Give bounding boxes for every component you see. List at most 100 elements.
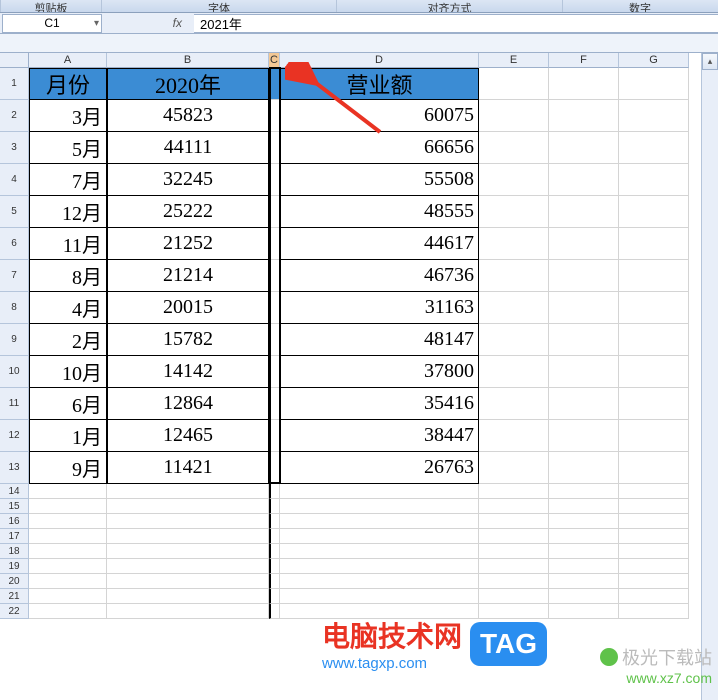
col-header-E[interactable]: E xyxy=(479,53,549,68)
cell[interactable]: 20015 xyxy=(107,292,269,324)
row-header[interactable]: 22 xyxy=(0,604,29,619)
cell[interactable] xyxy=(107,544,269,559)
cell[interactable] xyxy=(619,388,689,420)
name-box[interactable]: C1 ▾ xyxy=(2,14,102,33)
cell[interactable] xyxy=(479,589,549,604)
cell[interactable] xyxy=(619,604,689,619)
cell[interactable] xyxy=(280,589,479,604)
cell[interactable] xyxy=(29,499,107,514)
cell[interactable] xyxy=(549,559,619,574)
cell[interactable]: 15782 xyxy=(107,324,269,356)
row-header[interactable]: 1 xyxy=(0,68,29,100)
cell[interactable] xyxy=(269,574,280,589)
cell[interactable]: 7月 xyxy=(29,164,107,196)
cell[interactable]: 5月 xyxy=(29,132,107,164)
cell[interactable]: 14142 xyxy=(107,356,269,388)
cell[interactable]: 55508 xyxy=(280,164,479,196)
cell[interactable] xyxy=(269,420,280,452)
ribbon-group-align[interactable]: 对齐方式 xyxy=(336,0,562,12)
cell[interactable] xyxy=(479,499,549,514)
cell[interactable]: 12864 xyxy=(107,388,269,420)
cell[interactable]: 44617 xyxy=(280,228,479,260)
cell[interactable]: 46736 xyxy=(280,260,479,292)
cell[interactable] xyxy=(479,132,549,164)
cell[interactable]: 26763 xyxy=(280,452,479,484)
cell[interactable]: 45823 xyxy=(107,100,269,132)
row-header[interactable]: 18 xyxy=(0,544,29,559)
cell[interactable] xyxy=(549,574,619,589)
cell[interactable] xyxy=(280,529,479,544)
col-header-B[interactable]: B xyxy=(107,53,269,68)
cell[interactable]: 1月 xyxy=(29,420,107,452)
cell[interactable] xyxy=(619,228,689,260)
cell[interactable] xyxy=(269,68,280,100)
cell[interactable] xyxy=(619,484,689,499)
cell[interactable]: 25222 xyxy=(107,196,269,228)
cell[interactable] xyxy=(549,388,619,420)
cell[interactable]: 11月 xyxy=(29,228,107,260)
row-header[interactable]: 6 xyxy=(0,228,29,260)
cell[interactable] xyxy=(269,589,280,604)
row-header[interactable]: 4 xyxy=(0,164,29,196)
cell[interactable] xyxy=(269,499,280,514)
cell[interactable]: 31163 xyxy=(280,292,479,324)
cell[interactable] xyxy=(269,529,280,544)
dropdown-icon[interactable]: ▾ xyxy=(94,18,99,29)
cell[interactable] xyxy=(479,196,549,228)
cell[interactable] xyxy=(280,484,479,499)
cell[interactable] xyxy=(549,260,619,292)
cell[interactable] xyxy=(479,559,549,574)
cell[interactable] xyxy=(549,604,619,619)
cell[interactable] xyxy=(269,196,280,228)
cell[interactable] xyxy=(107,514,269,529)
cell[interactable]: 21214 xyxy=(107,260,269,292)
cell[interactable] xyxy=(269,356,280,388)
cell[interactable]: 12465 xyxy=(107,420,269,452)
cell[interactable] xyxy=(479,514,549,529)
cell[interactable] xyxy=(29,484,107,499)
cell[interactable] xyxy=(479,484,549,499)
row-header[interactable]: 5 xyxy=(0,196,29,228)
row-header[interactable]: 14 xyxy=(0,484,29,499)
cell[interactable] xyxy=(269,260,280,292)
cell[interactable] xyxy=(479,100,549,132)
cell[interactable]: 38447 xyxy=(280,420,479,452)
cell[interactable] xyxy=(479,452,549,484)
cell[interactable] xyxy=(479,544,549,559)
cell[interactable]: 6月 xyxy=(29,388,107,420)
cell[interactable] xyxy=(280,544,479,559)
cell[interactable] xyxy=(107,484,269,499)
cell[interactable]: 10月 xyxy=(29,356,107,388)
cell[interactable] xyxy=(549,589,619,604)
cell[interactable] xyxy=(280,499,479,514)
cell[interactable] xyxy=(619,529,689,544)
cell[interactable] xyxy=(549,100,619,132)
cell[interactable] xyxy=(479,324,549,356)
fx-icon[interactable]: fx xyxy=(173,16,182,30)
cell[interactable] xyxy=(269,484,280,499)
cell[interactable] xyxy=(619,292,689,324)
cell[interactable]: 2月 xyxy=(29,324,107,356)
row-header[interactable]: 9 xyxy=(0,324,29,356)
cell[interactable] xyxy=(479,292,549,324)
row-header[interactable]: 20 xyxy=(0,574,29,589)
cell[interactable] xyxy=(280,514,479,529)
cell[interactable] xyxy=(29,544,107,559)
cell[interactable] xyxy=(479,260,549,292)
cell[interactable] xyxy=(619,452,689,484)
cell[interactable] xyxy=(269,604,280,619)
cell[interactable] xyxy=(549,324,619,356)
ribbon-group-clipboard[interactable]: 剪贴板 xyxy=(0,0,101,12)
cell[interactable] xyxy=(549,292,619,324)
cell[interactable] xyxy=(619,514,689,529)
col-header-C[interactable]: C xyxy=(269,53,280,68)
cell[interactable] xyxy=(619,164,689,196)
cell[interactable] xyxy=(549,529,619,544)
cell[interactable] xyxy=(619,196,689,228)
cell[interactable] xyxy=(29,514,107,529)
cell[interactable] xyxy=(549,164,619,196)
cell[interactable]: 35416 xyxy=(280,388,479,420)
row-header[interactable]: 7 xyxy=(0,260,29,292)
cell[interactable] xyxy=(549,356,619,388)
row-header[interactable]: 11 xyxy=(0,388,29,420)
